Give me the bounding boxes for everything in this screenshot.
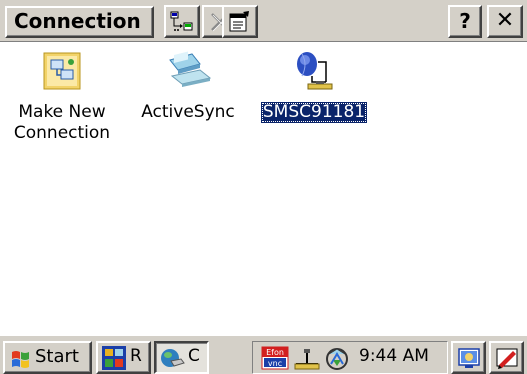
connection-menu-label: Connection — [14, 9, 141, 33]
activesync-tray-icon[interactable] — [323, 346, 351, 372]
start-label: Start — [35, 346, 79, 367]
task-button-r[interactable]: R — [96, 341, 151, 374]
task-button-c[interactable]: C — [154, 341, 209, 374]
properties-icon — [229, 11, 249, 32]
windows-flag-icon — [12, 351, 29, 368]
activesync-label: ActiveSync — [141, 102, 235, 122]
make-new-connection-icon — [43, 52, 81, 90]
activesync-item[interactable]: ActiveSync — [134, 50, 242, 123]
connect-button[interactable] — [164, 5, 200, 38]
desktop-button[interactable] — [451, 341, 486, 374]
make-new-connection-item[interactable]: Make New Connection — [4, 50, 120, 144]
command-bar: Connection ? ✕ — [0, 0, 527, 42]
desktop-icon — [458, 348, 480, 368]
make-new-connection-label-2: Connection — [13, 123, 111, 143]
clock[interactable]: 9:44 AM — [359, 346, 429, 366]
smsc91181-label: SMSC91181 — [260, 102, 368, 123]
task-label-c: C — [188, 346, 200, 366]
make-new-connection-label-1: Make New — [18, 102, 106, 122]
help-button[interactable]: ? — [448, 5, 482, 38]
activesync-icon — [169, 51, 212, 87]
svg-text:vnc: vnc — [268, 359, 282, 368]
remote-display-icon — [102, 346, 126, 370]
task-label-r: R — [130, 346, 142, 366]
smsc91181-item[interactable]: SMSC91181 — [254, 50, 374, 123]
connections-folder-view: Make New Connection ActiveSync SMSC91181 — [0, 42, 527, 334]
pen-input-icon — [496, 348, 518, 369]
start-button[interactable]: Start — [3, 341, 92, 374]
help-label: ? — [459, 9, 471, 33]
close-button[interactable]: ✕ — [487, 5, 523, 38]
svg-text:Efon: Efon — [266, 348, 284, 357]
network-adapter-icon — [297, 52, 333, 90]
connections-icon — [161, 349, 185, 367]
connect-icon — [170, 11, 193, 31]
connection-menu-button[interactable]: Connection — [5, 6, 154, 38]
notification-tray: Efon vnc 9:44 AM — [252, 341, 448, 374]
vnc-icon[interactable]: Efon vnc — [261, 346, 289, 370]
input-panel-button[interactable] — [489, 341, 524, 374]
network-connection-icon[interactable] — [293, 347, 321, 371]
properties-button[interactable] — [222, 5, 258, 38]
close-icon: ✕ — [495, 8, 515, 33]
taskbar: Start R C Efon vnc 9:44 AM — [0, 334, 527, 374]
